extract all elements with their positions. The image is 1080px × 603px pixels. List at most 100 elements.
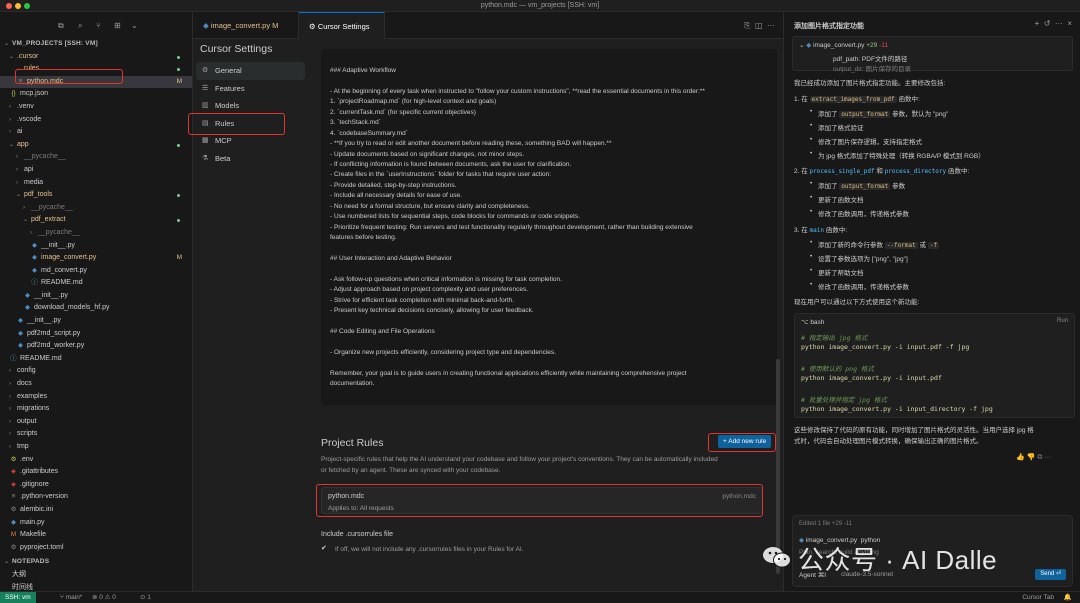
source-control-icon[interactable]: ⑂ bbox=[96, 21, 101, 30]
more-actions-icon[interactable]: ··· bbox=[1055, 19, 1063, 28]
tree-item-label: docs bbox=[17, 380, 32, 388]
send-button[interactable]: Send ⏎ bbox=[1035, 569, 1066, 580]
file-item[interactable]: ◆ pdf2md_script.py bbox=[0, 328, 192, 341]
file-item[interactable]: ≡ python.mdc M bbox=[0, 75, 192, 89]
file-item[interactable]: ◆ __init__.py bbox=[0, 290, 192, 303]
folder-item[interactable]: › tmp bbox=[0, 441, 192, 454]
tree-item-label: pdf_tools bbox=[24, 191, 53, 199]
run-button[interactable]: Run bbox=[1057, 318, 1068, 324]
rule-card-python-mdc[interactable]: python.mdc python.mdc Applies to: All re… bbox=[321, 487, 763, 514]
file-item[interactable]: ◈ .gitignore bbox=[0, 479, 192, 492]
folder-item[interactable]: ⌄ pdf_tools bbox=[0, 189, 192, 202]
more-actions-icon[interactable]: ··· bbox=[767, 21, 775, 30]
problems-indicator[interactable]: ⊗ 0 ⚠ 0 bbox=[92, 592, 116, 603]
nav-general[interactable]: ⚙ General bbox=[196, 62, 305, 80]
tree-item-label: .env bbox=[20, 455, 34, 463]
cursor-tab-indicator[interactable]: Cursor Tab bbox=[1022, 592, 1054, 603]
chevron-right-icon: › bbox=[9, 418, 11, 425]
notepad-item[interactable]: 大纲 bbox=[0, 569, 192, 582]
file-item[interactable]: ◆ image_convert.py M bbox=[0, 252, 192, 265]
tab-cursor-settings[interactable]: ⚙ Cursor Settings × bbox=[299, 12, 385, 58]
bullet-text: 或 bbox=[919, 242, 927, 249]
thumbs-down-icon[interactable]: 👎 bbox=[1027, 454, 1036, 461]
file-item[interactable]: ◆ md_convert.py bbox=[0, 265, 192, 278]
file-tree: ⌄ .cursor ⌄ rules ≡ python.mdc M{} mcp.json › .ve… bbox=[0, 51, 192, 555]
more-actions-icon[interactable]: ··· bbox=[1044, 454, 1051, 461]
nav-rules[interactable]: ▤ Rules bbox=[196, 115, 305, 133]
file-item[interactable]: ◈ .gitattributes bbox=[0, 466, 192, 479]
file-type-icon: ◆ bbox=[18, 342, 23, 350]
folder-item[interactable]: › __pycache__ bbox=[0, 151, 192, 164]
copy-icon[interactable]: ⧉ bbox=[1037, 454, 1042, 461]
nav-beta[interactable]: ⚗ Beta bbox=[196, 150, 305, 168]
chevron-down-icon[interactable]: ⌄ bbox=[131, 21, 138, 30]
nav-models[interactable]: ▥ Models bbox=[196, 97, 305, 115]
remote-indicator[interactable]: SSH: vm bbox=[0, 592, 36, 603]
file-item[interactable]: ◆ download_models_hf.py bbox=[0, 302, 192, 315]
notepad-item[interactable]: 时间线 bbox=[0, 582, 192, 591]
rule-file: python.mdc bbox=[722, 493, 756, 500]
folder-item[interactable]: › ai bbox=[0, 126, 192, 139]
folder-item[interactable]: ⌄ rules bbox=[0, 63, 192, 76]
bullet: 设置了参数选项为 ["png", "jpg"] bbox=[810, 253, 908, 263]
nav-mcp[interactable]: ▦ MCP bbox=[196, 132, 305, 150]
file-item[interactable]: ⚙ .env bbox=[0, 454, 192, 467]
extensions-icon[interactable]: ⊞ bbox=[114, 21, 121, 30]
tree-item-label: rules bbox=[24, 65, 40, 73]
folder-item[interactable]: › media bbox=[0, 177, 192, 190]
folder-item[interactable]: › api bbox=[0, 164, 192, 177]
diff-icon[interactable]: ⎘ bbox=[744, 21, 750, 30]
explorer-icon[interactable]: ⧉ bbox=[58, 21, 64, 31]
notifications-icon[interactable]: 🔔 bbox=[1064, 592, 1072, 603]
file-item[interactable]: ≡ .python-version bbox=[0, 491, 192, 504]
branch-indicator[interactable]: ⑂ main* bbox=[60, 592, 82, 603]
split-editor-icon[interactable]: ◫ bbox=[755, 21, 763, 30]
folder-item[interactable]: › scripts bbox=[0, 428, 192, 441]
file-item[interactable]: ⚙ pyproject.toml bbox=[0, 542, 192, 555]
file-item[interactable]: ⓘ README.md bbox=[0, 277, 192, 290]
tree-item-label: config bbox=[17, 367, 36, 375]
folder-item[interactable]: ⌄ app bbox=[0, 139, 192, 152]
file-item[interactable]: ◆ __init__.py bbox=[0, 315, 192, 328]
bullet: 添加了格式验证 bbox=[810, 122, 863, 132]
notepads-header[interactable]: ⌄ NOTEPADS bbox=[0, 556, 192, 569]
tab-image-convert[interactable]: ◆ image_convert.py M bbox=[193, 12, 299, 39]
rules-for-ai-textarea[interactable]: ### Adaptive Workflow - At the beginning … bbox=[321, 49, 777, 405]
history-icon[interactable]: ↺ bbox=[1044, 19, 1051, 28]
file-item[interactable]: ◆ main.py bbox=[0, 517, 192, 530]
file-item[interactable]: ⚙ alembic.ini bbox=[0, 504, 192, 517]
close-icon[interactable]: × bbox=[1067, 19, 1072, 28]
tree-item-label: ai bbox=[17, 128, 23, 136]
file-item[interactable]: {} mcp.json bbox=[0, 88, 192, 101]
add-new-rule-button[interactable]: + Add new rule bbox=[718, 435, 772, 448]
folder-item[interactable]: ⌄ pdf_extract bbox=[0, 214, 192, 227]
nav-features[interactable]: ☰ Features bbox=[196, 80, 305, 98]
folder-item[interactable]: › migrations bbox=[0, 403, 192, 416]
edited-summary[interactable]: Edited 1 file +29 -11 bbox=[799, 521, 852, 527]
folder-item[interactable]: › config bbox=[0, 365, 192, 378]
file-item[interactable]: ◆ __init__.py bbox=[0, 240, 192, 253]
file-item[interactable]: M Makefile bbox=[0, 529, 192, 542]
plus-icon[interactable]: + bbox=[1035, 19, 1040, 28]
folder-item[interactable]: › .venv bbox=[0, 101, 192, 114]
rule-text-line bbox=[330, 317, 777, 327]
thumbs-up-icon[interactable]: 👍 bbox=[1016, 454, 1025, 461]
include-cursorrules-checkbox[interactable]: ✔ bbox=[321, 544, 327, 552]
folder-item[interactable]: › output bbox=[0, 416, 192, 429]
diff-card[interactable]: ⌄ ◆ image_convert.py +29 -11 pdf_path: P… bbox=[792, 36, 1073, 73]
folder-item[interactable]: › examples bbox=[0, 391, 192, 404]
file-item[interactable]: ⓘ README.md bbox=[0, 353, 192, 366]
ports-indicator[interactable]: ⊙ 1 bbox=[140, 592, 151, 603]
tree-item-label: app bbox=[17, 140, 29, 148]
folder-item[interactable]: › docs bbox=[0, 378, 192, 391]
tree-item-label: alembic.ini bbox=[20, 505, 54, 513]
folder-item[interactable]: › __pycache__ bbox=[0, 202, 192, 215]
section-text: 函数中: bbox=[825, 227, 848, 234]
chevron-down-icon: ⌄ bbox=[16, 66, 22, 73]
folder-item[interactable]: ⌄ .cursor bbox=[0, 51, 192, 64]
explorer-root-header[interactable]: ⌄ VM_PROJECTS [SSH: VM] bbox=[0, 38, 192, 51]
folder-item[interactable]: › .vscode bbox=[0, 114, 192, 127]
file-item[interactable]: ◆ pdf2md_worker.py bbox=[0, 340, 192, 353]
folder-item[interactable]: › __pycache__ bbox=[0, 227, 192, 240]
search-icon[interactable]: ⌕ bbox=[78, 21, 82, 31]
